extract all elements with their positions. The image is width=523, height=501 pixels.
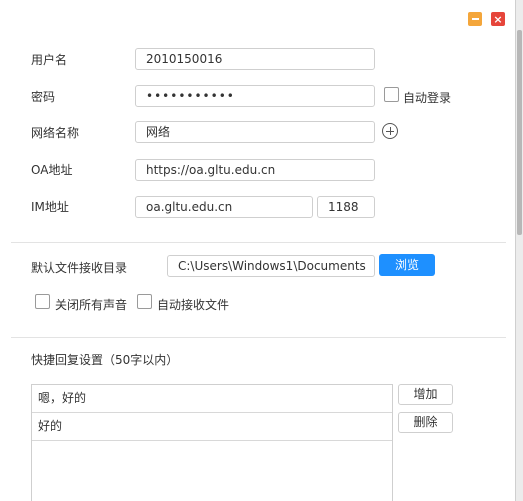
auto-login-checkbox[interactable] (384, 87, 399, 102)
list-item[interactable]: 好的 (32, 413, 392, 441)
username-input[interactable]: 2010150016 (135, 48, 375, 70)
quick-reply-list[interactable]: 嗯，好的 好的 (31, 384, 393, 501)
network-name-input[interactable]: 网络 (135, 121, 375, 143)
section-divider (11, 337, 506, 338)
im-port-input[interactable]: 1188 (317, 196, 375, 218)
im-host-input[interactable]: oa.gltu.edu.cn (135, 196, 313, 218)
password-label: 密码 (31, 90, 56, 104)
scrollbar-thumb[interactable] (517, 30, 522, 235)
receive-dir-input[interactable]: C:\Users\Windows1\Documents (167, 255, 375, 277)
auto-receive-label: 自动接收文件 (157, 298, 230, 312)
close-button[interactable]: × (491, 12, 505, 26)
delete-reply-button[interactable]: 删除 (398, 412, 453, 433)
quick-reply-title: 快捷回复设置（50字以内） (31, 353, 179, 367)
im-address-label: IM地址 (31, 200, 69, 214)
settings-window: × 用户名 2010150016 密码 ••••••••••• 自动登录 网络名… (0, 0, 516, 501)
oa-address-label: OA地址 (31, 163, 73, 177)
oa-address-input[interactable]: https://oa.gltu.edu.cn (135, 159, 375, 181)
receive-dir-label: 默认文件接收目录 (31, 261, 128, 275)
add-reply-button[interactable]: 增加 (398, 384, 453, 405)
section-divider (11, 242, 506, 243)
minimize-button[interactable] (468, 12, 482, 26)
mute-all-label: 关闭所有声音 (55, 298, 128, 312)
browse-button[interactable]: 浏览 (379, 254, 435, 276)
plus-circle-icon[interactable] (382, 123, 398, 139)
list-item[interactable]: 嗯，好的 (32, 385, 392, 413)
password-input[interactable]: ••••••••••• (135, 85, 375, 107)
auto-receive-checkbox[interactable] (137, 294, 152, 309)
mute-all-checkbox[interactable] (35, 294, 50, 309)
network-name-label: 网络名称 (31, 126, 80, 140)
auto-login-label: 自动登录 (403, 91, 452, 105)
username-label: 用户名 (31, 53, 68, 67)
